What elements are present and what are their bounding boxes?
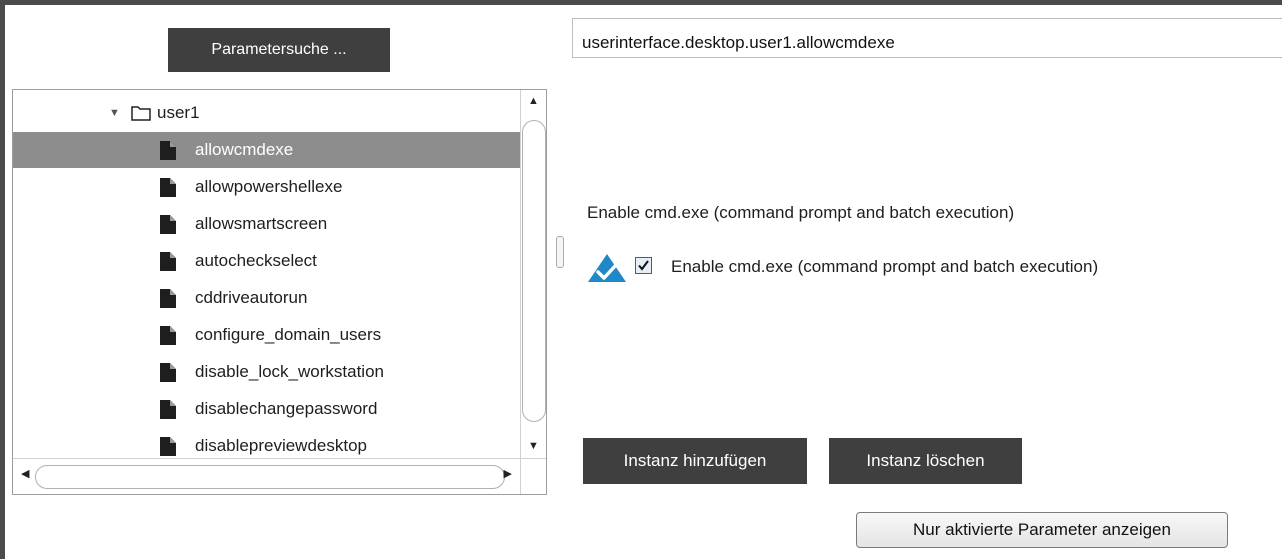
file-icon	[160, 326, 176, 350]
horizontal-scroll-thumb[interactable]	[35, 465, 505, 489]
enable-cmdexe-label[interactable]: Enable cmd.exe (command prompt and batch…	[671, 257, 1098, 277]
window-left-border	[0, 0, 5, 559]
file-icon	[160, 178, 176, 202]
tree-item-allowsmartscreen[interactable]: allowsmartscreen	[13, 206, 520, 242]
parameter-search-button[interactable]: Parametersuche ...	[168, 28, 390, 72]
file-icon	[160, 252, 176, 276]
tree-item-cddriveautorun[interactable]: cddriveautorun	[13, 280, 520, 316]
enable-cmdexe-checkbox[interactable]	[635, 257, 652, 274]
tree-item-label: autocheckselect	[195, 251, 317, 270]
delete-instance-button[interactable]: Instanz löschen	[829, 438, 1022, 484]
parameter-checkbox-row: Enable cmd.exe (command prompt and batch…	[587, 249, 1267, 285]
tree-item-label: allowpowershellexe	[195, 177, 343, 196]
tree-item-configure-domain-users[interactable]: configure_domain_users	[13, 317, 520, 353]
tree-item-label: cddriveautorun	[195, 288, 308, 307]
file-icon	[160, 215, 176, 239]
show-active-parameters-button[interactable]: Nur aktivierte Parameter anzeigen	[856, 512, 1228, 548]
tree-item-label: disablechangepassword	[195, 399, 378, 418]
splitter-handle[interactable]	[556, 236, 564, 268]
parameter-path-field[interactable]	[572, 18, 1282, 58]
scroll-corner	[520, 458, 546, 494]
tree-folder-user1[interactable]: ▼ user1	[13, 95, 520, 131]
tree-item-disablechangepassword[interactable]: disablechangepassword	[13, 391, 520, 427]
file-icon	[160, 400, 176, 424]
window-top-border	[0, 0, 1282, 5]
scroll-up-icon[interactable]: ▲	[526, 94, 541, 109]
tree-item-label: disable_lock_workstation	[195, 362, 384, 381]
file-icon	[160, 363, 176, 387]
scroll-left-icon[interactable]: ◀	[21, 467, 29, 480]
add-instance-button[interactable]: Instanz hinzufügen	[583, 438, 807, 484]
tree-item-allowcmdexe[interactable]: allowcmdexe	[13, 132, 520, 168]
tree-item-label: allowsmartscreen	[195, 214, 328, 233]
scroll-right-icon[interactable]: ▶	[504, 467, 512, 480]
tree-item-label: configure_domain_users	[195, 325, 382, 344]
blue-check-triangle-icon	[587, 253, 627, 288]
file-icon	[160, 289, 176, 313]
vertical-scrollbar[interactable]: ▲ ▼	[520, 90, 546, 458]
scroll-down-icon[interactable]: ▼	[526, 439, 541, 454]
vertical-scroll-thumb[interactable]	[522, 120, 546, 422]
tree-item-label: disablepreviewdesktop	[195, 436, 367, 455]
expand-arrow-icon[interactable]: ▼	[109, 107, 120, 119]
parameter-tree[interactable]: ▼ user1 allowcmdexe allowpowershellexe a…	[12, 89, 547, 495]
tree-item-allowpowershellexe[interactable]: allowpowershellexe	[13, 169, 520, 205]
tree-folder-label: user1	[157, 103, 200, 122]
tree-item-label: allowcmdexe	[195, 140, 294, 159]
file-icon	[160, 141, 176, 165]
folder-icon	[131, 105, 151, 126]
tree-item-autocheckselect[interactable]: autocheckselect	[13, 243, 520, 279]
horizontal-scrollbar[interactable]: ◀ ▶	[13, 458, 520, 494]
parameter-description: Enable cmd.exe (command prompt and batch…	[587, 203, 1015, 222]
tree-item-disable-lock-workstation[interactable]: disable_lock_workstation	[13, 354, 520, 390]
